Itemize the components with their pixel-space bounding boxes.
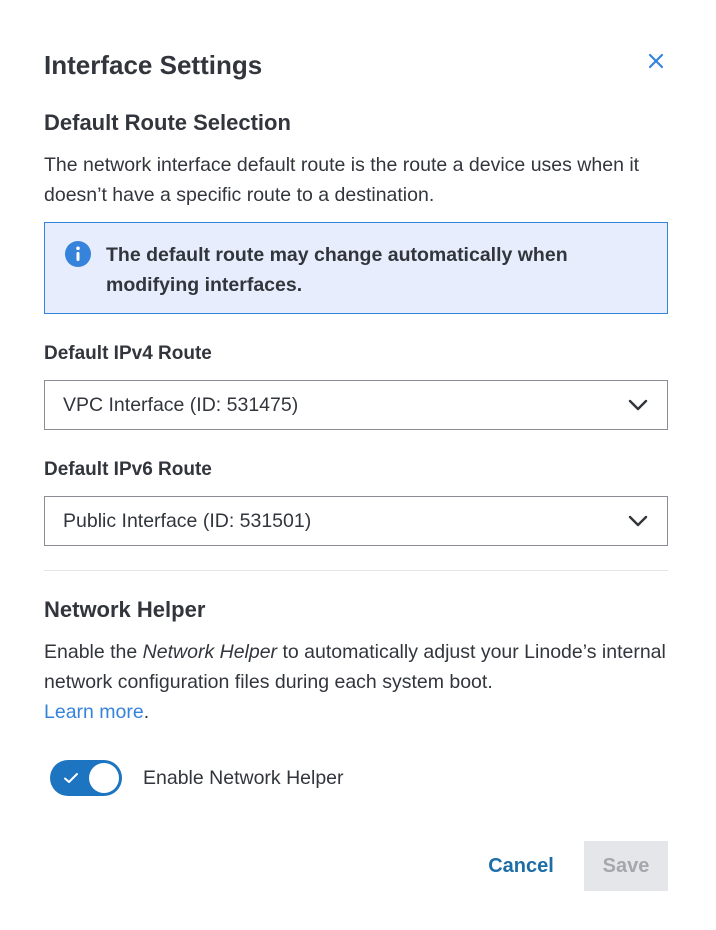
chevron-down-icon bbox=[628, 515, 648, 527]
close-button[interactable] bbox=[640, 45, 672, 77]
toggle-knob bbox=[89, 763, 119, 793]
chevron-down-icon bbox=[628, 399, 648, 411]
ipv6-route-label: Default IPv6 Route bbox=[44, 459, 212, 480]
interface-settings-dialog: Interface Settings Default Route Selecti… bbox=[0, 0, 716, 930]
dialog-title: Interface Settings bbox=[44, 50, 263, 80]
default-route-description: The network interface default route is t… bbox=[44, 154, 640, 206]
network-helper-toggle-label: Enable Network Helper bbox=[143, 766, 344, 789]
cancel-button[interactable]: Cancel bbox=[474, 842, 568, 890]
ipv4-route-label: Default IPv4 Route bbox=[44, 343, 212, 364]
check-icon bbox=[64, 773, 78, 783]
info-icon bbox=[65, 241, 91, 267]
ipv4-route-select[interactable]: VPC Interface (ID: 531475) bbox=[44, 380, 668, 430]
network-helper-toggle-row: Enable Network Helper bbox=[50, 760, 344, 796]
network-helper-heading: Network Helper bbox=[44, 597, 206, 622]
learn-more-link[interactable]: Learn more bbox=[44, 701, 144, 723]
close-icon bbox=[648, 53, 664, 69]
default-route-notice: The default route may change automatical… bbox=[44, 222, 668, 314]
network-helper-description: Enable the Network Helper to automatical… bbox=[44, 637, 672, 727]
description-before: Enable the bbox=[44, 641, 143, 663]
notice-text: The default route may change automatical… bbox=[106, 244, 568, 296]
network-helper-toggle[interactable] bbox=[50, 760, 122, 796]
ipv6-route-select[interactable]: Public Interface (ID: 531501) bbox=[44, 496, 668, 546]
ipv4-route-value: VPC Interface (ID: 531475) bbox=[63, 393, 299, 416]
learn-more-suffix: . bbox=[143, 701, 150, 723]
ipv6-route-value: Public Interface (ID: 531501) bbox=[63, 509, 312, 532]
section-divider bbox=[44, 570, 668, 571]
default-route-heading: Default Route Selection bbox=[44, 110, 291, 135]
description-emphasis: Network Helper bbox=[142, 641, 278, 663]
save-button[interactable]: Save bbox=[584, 841, 668, 891]
